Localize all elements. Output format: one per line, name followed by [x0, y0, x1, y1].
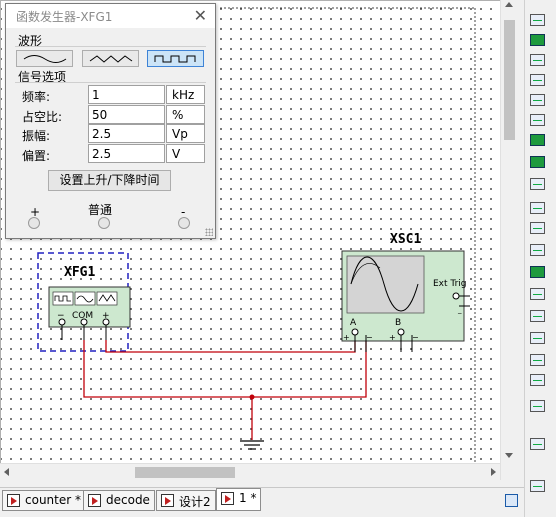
- function-generator-icon[interactable]: [530, 34, 545, 46]
- multimeter-icon[interactable]: [530, 14, 545, 26]
- svg-text:_: _: [457, 306, 462, 314]
- network-analyzer-icon[interactable]: [530, 288, 545, 300]
- network-status-icon[interactable]: [505, 494, 518, 507]
- schematic-file-icon: [161, 494, 174, 507]
- design-tabs-bar: counter * decode 设计2 1 *: [0, 487, 524, 512]
- terminal-common-connector[interactable]: [98, 217, 110, 229]
- svg-text:−: −: [366, 333, 373, 342]
- terminal-plus-connector[interactable]: [28, 217, 40, 229]
- amplitude-input[interactable]: 2.5: [88, 124, 165, 143]
- four-channel-oscilloscope-icon[interactable]: [530, 94, 545, 106]
- svg-text:+: +: [389, 333, 396, 342]
- square-wave-icon: [154, 55, 196, 63]
- ground-symbol: [240, 440, 264, 450]
- dialog-titlebar[interactable]: 函数发生器-XFG1 ✕: [6, 4, 215, 28]
- amplitude-label: 振幅:: [22, 129, 51, 143]
- duty-cycle-input[interactable]: 50: [88, 105, 165, 124]
- multisim-window: XFG1 − COM + XSC1 Ext Trig _ A B + − + −…: [0, 0, 556, 517]
- channel-b-label: B: [395, 318, 401, 328]
- square-wave-button[interactable]: [147, 50, 204, 67]
- duty-cycle-label: 占空比:: [22, 110, 63, 124]
- resize-grip[interactable]: [205, 228, 213, 236]
- sine-wave-button[interactable]: [16, 50, 73, 67]
- vertical-scroll-thumb[interactable]: [504, 20, 515, 140]
- agilent-multimeter-icon[interactable]: [530, 332, 545, 344]
- logic-analyzer-icon[interactable]: [530, 202, 545, 214]
- horizontal-scroll-thumb[interactable]: [135, 467, 235, 478]
- triangle-wave-icon: [89, 55, 133, 63]
- triangle-wave-button[interactable]: [82, 50, 139, 67]
- oscilloscope-icon[interactable]: [530, 74, 545, 86]
- wattmeter-icon[interactable]: [530, 54, 545, 66]
- logic-converter-icon[interactable]: [530, 178, 545, 190]
- spectrum-analyzer-icon[interactable]: [530, 266, 545, 278]
- junction-dot: [249, 394, 255, 400]
- offset-input[interactable]: 2.5: [88, 144, 165, 163]
- tab-counter[interactable]: counter *: [2, 490, 86, 511]
- divider: [15, 46, 206, 47]
- agilent-oscilloscope-icon[interactable]: [530, 354, 545, 366]
- distortion-analyzer-icon[interactable]: [530, 244, 545, 256]
- scope-name-label: XSC1: [390, 232, 421, 247]
- agilent-generator-icon[interactable]: [530, 310, 545, 322]
- schematic-file-icon: [7, 494, 20, 507]
- tektronix-oscilloscope-icon[interactable]: [530, 374, 545, 386]
- tab-design2[interactable]: 设计2: [156, 490, 216, 511]
- svg-text:−: −: [412, 333, 419, 342]
- instruments-toolbar: [524, 0, 556, 517]
- close-icon[interactable]: ✕: [194, 6, 207, 25]
- measurement-probe-icon[interactable]: [530, 480, 545, 492]
- function-generator-symbol[interactable]: − COM +: [48, 286, 131, 340]
- schematic-file-icon: [88, 494, 101, 507]
- word-generator-icon[interactable]: [530, 156, 545, 168]
- terminal-common-label: 普通: [88, 203, 113, 217]
- fg-name-label: XFG1: [64, 265, 95, 280]
- frequency-input[interactable]: 1: [88, 85, 165, 104]
- schematic-file-icon: [221, 492, 234, 505]
- function-generator-dialog: 函数发生器-XFG1 ✕ 波形 信号选项 频率: 1 kHz 占空比: 50 %…: [5, 3, 216, 239]
- oscilloscope-symbol[interactable]: Ext Trig _ A B + − + −: [341, 250, 470, 352]
- bode-plotter-icon[interactable]: [530, 114, 545, 126]
- frequency-label: 频率:: [22, 90, 51, 104]
- frequency-counter-icon[interactable]: [530, 134, 545, 146]
- dialog-title: 函数发生器-XFG1: [16, 10, 113, 24]
- vertical-scrollbar[interactable]: [500, 0, 517, 480]
- tab-1[interactable]: 1 *: [216, 488, 262, 511]
- offset-unit-select[interactable]: V: [166, 144, 205, 163]
- scroll-down-arrow-icon[interactable]: [505, 453, 513, 458]
- wires: [83, 335, 367, 440]
- svg-text:+: +: [343, 333, 350, 342]
- terminal-minus-connector[interactable]: [178, 217, 190, 229]
- labview-instrument-icon[interactable]: [530, 400, 545, 412]
- channel-a-label: A: [350, 318, 357, 328]
- sine-wave-icon: [23, 55, 67, 63]
- duty-cycle-unit: %: [166, 105, 205, 124]
- divider: [15, 82, 206, 83]
- set-rise-fall-time-button[interactable]: 设置上升/下降时间: [48, 170, 171, 191]
- scroll-right-arrow-icon[interactable]: [491, 468, 496, 476]
- frequency-unit-select[interactable]: kHz: [166, 85, 205, 104]
- scroll-up-arrow-icon[interactable]: [505, 2, 513, 7]
- horizontal-scrollbar[interactable]: [0, 463, 500, 480]
- offset-label: 偏置:: [22, 149, 51, 163]
- amplitude-unit-select[interactable]: Vp: [166, 124, 205, 143]
- ext-trig-label: Ext Trig: [433, 279, 467, 289]
- scroll-left-arrow-icon[interactable]: [4, 468, 9, 476]
- iv-analyzer-icon[interactable]: [530, 222, 545, 234]
- current-probe-icon[interactable]: [530, 438, 545, 450]
- tab-decode[interactable]: decode: [83, 490, 155, 511]
